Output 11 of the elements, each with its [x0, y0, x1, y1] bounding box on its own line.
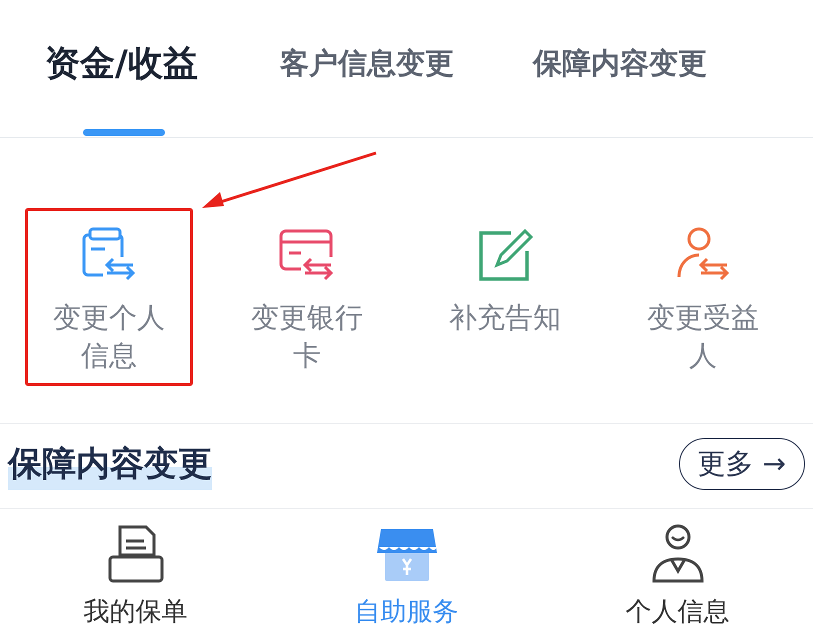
nav-tab[interactable]: 个人信息	[542, 509, 813, 635]
tab[interactable]: 资金/收益	[45, 38, 198, 90]
service-item[interactable]: 变更个人信息	[25, 208, 193, 386]
nav-tab[interactable]: 我的保单	[0, 509, 271, 635]
service-item[interactable]: 变更受益人	[619, 208, 787, 386]
nav-tab[interactable]: 自助服务	[271, 509, 542, 635]
more-button[interactable]: 更多 →	[678, 438, 805, 490]
service-item[interactable]: 补充告知	[421, 208, 589, 386]
service-item[interactable]: 变更银行卡	[223, 208, 391, 386]
tab[interactable]: 保障内容变更	[533, 42, 707, 86]
tab[interactable]: 客户信息变更	[280, 42, 454, 86]
